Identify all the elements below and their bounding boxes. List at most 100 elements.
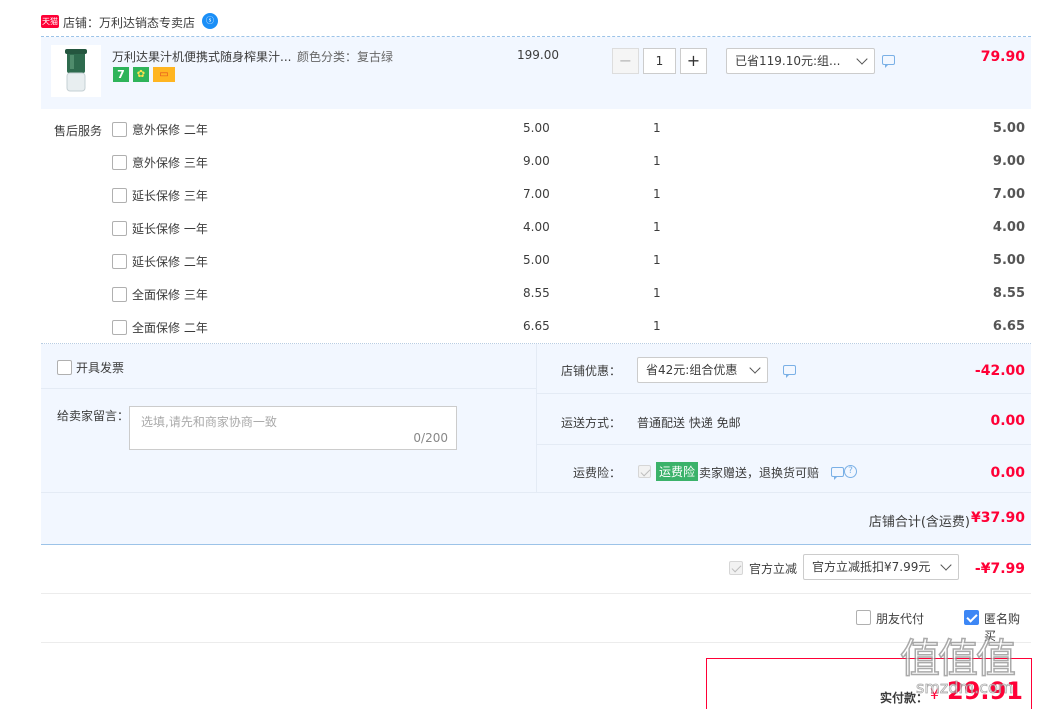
- badge-card-glyph: ▭: [159, 69, 169, 80]
- after-sales-item-qty: 1: [653, 220, 661, 234]
- anonymous-label: 匿名购买: [984, 612, 1021, 643]
- product-row: 万利达果汁机便携式随身榨果汁... 颜色分类：复古绿 7 ✿ ▭ 199.00 …: [41, 37, 1031, 109]
- pay-options-row: 朋友代付 匿名购买: [41, 594, 1031, 643]
- comment-icon[interactable]: [831, 467, 844, 480]
- invoice-label: 开具发票: [76, 361, 125, 375]
- insurance-amount: 0.00: [990, 465, 1025, 481]
- chevron-down-icon: [856, 53, 868, 65]
- shop-discount-select[interactable]: 省42元:组合优惠: [637, 357, 768, 383]
- product-thumbnail[interactable]: [51, 45, 101, 97]
- official-discount-select[interactable]: 官方立减抵扣¥7.99元: [803, 554, 959, 580]
- insurance-text: 卖家赠送，退换货可赔: [699, 466, 820, 480]
- shop-name-link[interactable]: 万利达销态专卖店: [99, 14, 195, 31]
- service-badge-seven[interactable]: 7: [113, 67, 129, 82]
- chevron-down-icon: [749, 362, 761, 374]
- after-sales-item-name: 延长保修 二年: [132, 255, 208, 269]
- payable-label: 实付款：: [880, 691, 929, 705]
- payable-amount: 29.91: [947, 677, 1023, 705]
- wangwang-chat-icon[interactable]: ⓢ: [202, 13, 218, 29]
- after-sales-item-qty: 1: [653, 154, 661, 168]
- quantity-plus-button[interactable]: +: [680, 48, 707, 74]
- anonymous-checkbox[interactable]: [964, 610, 979, 625]
- after-sales-item: 意外保修 二年 5.00 1 5.00: [41, 111, 1031, 144]
- service-badge-card-icon[interactable]: ▭: [153, 67, 175, 82]
- options-divider: [41, 642, 1031, 643]
- payable-currency: ¥: [930, 687, 939, 703]
- official-discount-amount: -¥7.99: [974, 561, 1025, 577]
- insurance-row: 运费险： 运费险 卖家赠送，退换货可赔 ? 0.00: [537, 446, 1031, 492]
- after-sales-item-name: 意外保修 三年: [132, 156, 208, 170]
- after-sales-checkbox[interactable]: [112, 254, 127, 269]
- quantity-stepper: − +: [612, 48, 708, 74]
- message-label: 给卖家留言：: [57, 409, 130, 423]
- after-sales-item-price: 7.00: [523, 187, 550, 201]
- official-discount-label: 官方立减: [749, 562, 798, 576]
- after-sales-item-total: 8.55: [992, 286, 1025, 301]
- after-sales-item-name: 意外保修 二年: [132, 123, 208, 137]
- shop-discount-row: 店铺优惠： 省42元:组合优惠 -42.00: [537, 344, 1031, 394]
- badge-flower-glyph: ✿: [136, 69, 146, 80]
- chat-badge-glyph: ⓢ: [206, 16, 214, 25]
- insurance-checkbox[interactable]: [638, 465, 651, 478]
- after-sales-checkbox[interactable]: [112, 122, 127, 137]
- help-glyph: ?: [848, 466, 853, 476]
- after-sales-item: 全面保修 三年 8.55 1 8.55: [41, 276, 1031, 309]
- service-badge-flower-icon[interactable]: ✿: [133, 67, 149, 82]
- after-sales-item-total: 5.00: [992, 121, 1025, 136]
- after-sales-item-qty: 1: [653, 187, 661, 201]
- friend-pay-checkbox[interactable]: [856, 610, 871, 625]
- shop-total-amount: ¥37.90: [970, 510, 1025, 526]
- product-total: 79.90: [980, 49, 1025, 65]
- comment-icon[interactable]: [783, 365, 796, 378]
- official-discount-value: 官方立减抵扣¥7.99元: [812, 560, 931, 574]
- after-sales-item: 意外保修 三年 9.00 1 9.00: [41, 144, 1031, 177]
- after-sales-item: 延长保修 一年 4.00 1 4.00: [41, 210, 1031, 243]
- invoice-row: 开具发票: [41, 344, 536, 389]
- shipping-amount: 0.00: [990, 413, 1025, 429]
- after-sales-item: 全面保修 二年 6.65 1 6.65: [41, 309, 1031, 342]
- product-name-link[interactable]: 万利达果汁机便携式随身榨果汁...: [112, 48, 291, 65]
- shop-header: 天猫 店铺： 万利达销态专卖店 ⓢ: [41, 12, 341, 32]
- payable-box: 实付款： ¥ 29.91: [706, 658, 1032, 709]
- shipping-label: 运送方式：: [561, 416, 622, 430]
- after-sales-item-qty: 1: [653, 253, 661, 267]
- shipping-value: 普通配送 快递 免邮: [637, 416, 741, 430]
- after-sales-checkbox[interactable]: [112, 287, 127, 302]
- after-sales-item-price: 5.00: [523, 121, 550, 135]
- after-sales-item-total: 6.65: [992, 319, 1025, 334]
- after-sales-item-name: 延长保修 一年: [132, 222, 208, 236]
- badge-seven-glyph: 7: [117, 68, 125, 81]
- insurance-label: 运费险：: [573, 466, 622, 480]
- after-sales-item-total: 4.00: [992, 220, 1025, 235]
- comment-icon[interactable]: [882, 55, 895, 68]
- after-sales-item-total: 9.00: [992, 154, 1025, 169]
- product-color-option: 颜色分类：复古绿: [297, 50, 394, 64]
- product-discount-select[interactable]: 已省119.10元:组...: [726, 48, 875, 74]
- after-sales-item-name: 全面保修 三年: [132, 288, 208, 302]
- after-sales-item-price: 5.00: [523, 253, 550, 267]
- after-sales-item-total: 5.00: [992, 253, 1025, 268]
- after-sales-item: 延长保修 三年 7.00 1 7.00: [41, 177, 1031, 210]
- after-sales-checkbox[interactable]: [112, 320, 127, 335]
- after-sales-item-price: 4.00: [523, 220, 550, 234]
- tmall-badge-icon: 天猫: [41, 15, 59, 28]
- insurance-tag: 运费险: [656, 462, 699, 481]
- quantity-input[interactable]: [643, 48, 676, 74]
- official-discount-checkbox[interactable]: [729, 561, 743, 575]
- shop-discount-amount: -42.00: [974, 363, 1025, 379]
- after-sales-item-qty: 1: [653, 121, 661, 135]
- product-discount-value: 已省119.10元:组...: [735, 54, 841, 68]
- juicer-image-icon: [65, 49, 87, 92]
- after-sales-item-name: 延长保修 三年: [132, 189, 208, 203]
- product-unit-price: 199.00: [517, 48, 559, 62]
- after-sales-checkbox[interactable]: [112, 221, 127, 236]
- after-sales-checkbox[interactable]: [112, 188, 127, 203]
- quantity-minus-button[interactable]: −: [612, 48, 639, 74]
- after-sales-item: 延长保修 二年 5.00 1 5.00: [41, 243, 1031, 276]
- after-sales-checkbox[interactable]: [112, 155, 127, 170]
- invoice-checkbox[interactable]: [57, 360, 72, 375]
- after-sales-item-price: 8.55: [523, 286, 550, 300]
- help-icon[interactable]: ?: [844, 465, 857, 478]
- message-textarea[interactable]: 选填,请先和商家协商一致 0/200: [129, 406, 457, 450]
- after-sales-section: 售后服务 意外保修 二年 5.00 1 5.00 意外保修 三年 9.00 1 9.00 延长保…: [41, 111, 1031, 343]
